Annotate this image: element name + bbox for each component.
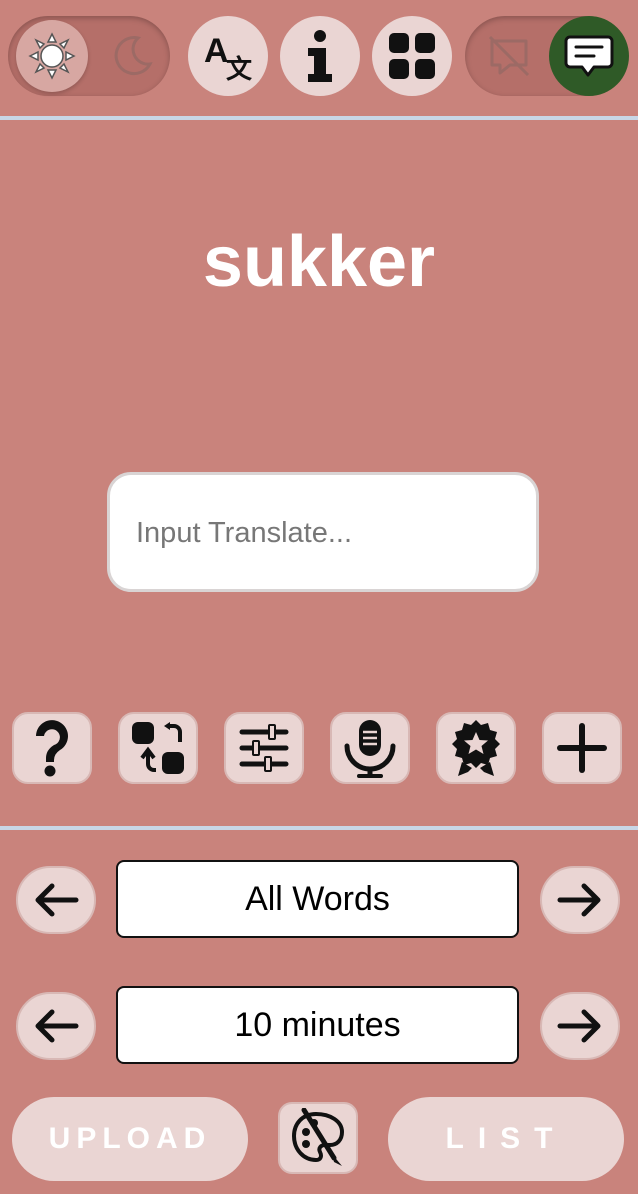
microphone-icon [344,720,396,778]
arrow-right-icon [557,1009,601,1043]
badge-button[interactable] [436,712,516,784]
plus-icon [557,723,607,773]
theme-dark-knob[interactable] [96,20,168,92]
help-button[interactable] [12,712,92,784]
arrow-left-icon [35,1009,79,1043]
arrow-left-icon [35,883,79,917]
upload-button[interactable]: UPLOAD [12,1097,248,1181]
translate-icon: A 文 [204,32,253,84]
chat-off-knob[interactable] [473,20,545,92]
duration-selector[interactable]: 10 minutes [116,986,519,1064]
duration-prev-button[interactable] [16,992,96,1060]
word-set-prev-button[interactable] [16,866,96,934]
moon-icon [114,36,153,76]
badge-icon [452,720,500,776]
theme-light-knob[interactable] [16,20,88,92]
info-button[interactable] [280,16,360,96]
svg-text:文: 文 [226,54,253,84]
top-divider [0,116,638,120]
svg-text:A: A [204,32,229,70]
sun-icon [28,32,76,80]
word-set-selector[interactable]: All Words [116,860,519,938]
translate-button[interactable]: A 文 [188,16,268,96]
list-label: LIST [445,1122,567,1155]
grid-button[interactable] [372,16,452,96]
microphone-button[interactable] [330,712,410,784]
grid-icon [389,33,435,79]
translate-input[interactable] [134,475,518,591]
settings-button[interactable] [224,712,304,784]
chat-on-knob[interactable] [549,16,629,96]
info-icon [308,30,332,82]
word-set-next-button[interactable] [540,866,620,934]
swap-icon [132,722,184,774]
current-word: sukker [202,222,436,302]
chat-off-icon [488,35,530,77]
theme-toggle[interactable] [8,16,170,96]
list-button[interactable]: LIST [388,1097,624,1181]
arrow-right-icon [557,883,601,917]
duration-value: 10 minutes [234,1005,401,1044]
chat-toggle[interactable] [465,16,629,96]
theme-palette-button[interactable] [278,1102,358,1174]
swap-button[interactable] [118,712,198,784]
palette-icon [291,1108,345,1166]
upload-label: UPLOAD [48,1122,212,1155]
word-set-value: All Words [245,879,390,918]
bottom-divider [0,826,638,830]
translate-input-wrapper [107,472,539,592]
sliders-icon [239,724,289,772]
question-icon [36,720,68,777]
add-button[interactable] [542,712,622,784]
chat-icon [564,35,614,77]
duration-next-button[interactable] [540,992,620,1060]
